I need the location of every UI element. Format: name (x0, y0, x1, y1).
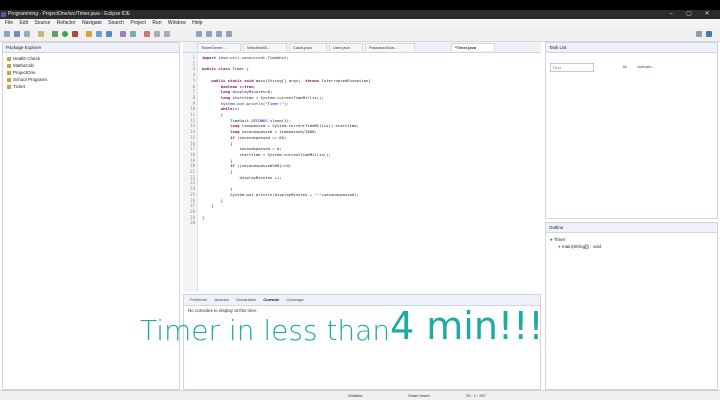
toggle-mark-icon[interactable] (196, 31, 202, 37)
coverage-icon[interactable] (72, 31, 78, 37)
task-list-tab[interactable]: Task List (546, 43, 717, 53)
editor-tab-bar: TicketGener... WhichNotB... Calcb.java U… (183, 42, 541, 53)
outline-method-item[interactable]: ● main(String[]) : void (546, 243, 717, 250)
menu-refactor[interactable]: Refactor (57, 19, 76, 28)
outline-panel: Outline ● Timer ● main(String[]) : void (545, 222, 718, 390)
status-insert-mode: Smart Insert (408, 393, 430, 398)
menu-help[interactable]: Help (192, 19, 202, 28)
line-number: 30 (190, 220, 195, 226)
package-explorer-tab[interactable]: Package Explorer (3, 43, 179, 53)
minimize-button[interactable]: – (664, 10, 678, 19)
menu-search[interactable]: Search (108, 19, 124, 28)
editor-tab[interactable]: TicketGener... (197, 43, 241, 51)
status-writable: Writable (348, 393, 363, 398)
project-folder-icon (7, 70, 11, 75)
title-bar: Programming - ProjectOne/src/Timer.java … (0, 10, 720, 19)
menu-window[interactable]: Window (168, 19, 186, 28)
code-line[interactable]: displayMinutes ++; (202, 175, 281, 181)
project-folder-icon (7, 84, 11, 89)
tree-item[interactable]: MathsCalc (3, 62, 179, 69)
back-icon[interactable] (154, 31, 160, 37)
code-line[interactable]: public class Timer { (202, 66, 249, 72)
editor-tab[interactable]: User.java (329, 43, 363, 51)
all-filter[interactable]: All (622, 64, 626, 69)
next-annotation-icon[interactable] (206, 31, 212, 37)
menu-file[interactable]: File (5, 19, 13, 28)
build-icon[interactable] (38, 31, 44, 37)
task-list-title: Task List (549, 45, 567, 50)
tree-item[interactable]: ProjectOne (3, 69, 179, 76)
menu-project[interactable]: Project (130, 19, 146, 28)
caption-text: Timer in less than (140, 314, 391, 347)
project-folder-icon (7, 77, 11, 82)
menu-run[interactable]: Run (152, 19, 161, 28)
code-line[interactable]: System.out.println(displayMinutes + ":"+… (202, 192, 359, 198)
window-title: Programming - ProjectOne/src/Timer.java … (8, 11, 131, 17)
tree-item[interactable]: Health Check (3, 55, 179, 62)
maximize-button[interactable]: ▢ (682, 10, 696, 19)
open-perspective-icon[interactable] (696, 31, 702, 37)
forward-icon[interactable] (164, 31, 170, 37)
tree-item[interactable]: Ticket (3, 83, 179, 90)
project-folder-icon (7, 63, 11, 68)
caption-highlight: 4 min!!! (390, 304, 544, 348)
code-line[interactable]: } (202, 203, 213, 209)
main-toolbar (0, 28, 720, 42)
new-package-icon[interactable] (96, 31, 102, 37)
new-class-icon[interactable] (106, 31, 112, 37)
editor-tab-active[interactable]: *Timer.java (451, 43, 495, 51)
save-all-icon[interactable] (24, 31, 30, 37)
task-find-input[interactable]: Find (550, 63, 594, 72)
outline-title: Outline (549, 225, 564, 230)
open-type-icon[interactable] (120, 31, 126, 37)
last-edit-icon[interactable] (226, 31, 232, 37)
menu-navigate[interactable]: Navigate (82, 19, 102, 28)
activate-link[interactable]: Activate... (637, 64, 655, 69)
project-tree: Health Check MathsCalc ProjectOne School… (3, 53, 179, 90)
editor-tab[interactable]: Calcb.java (289, 43, 327, 51)
outline-class-item[interactable]: ● Timer (546, 236, 717, 243)
close-button[interactable]: ✕ (700, 10, 714, 19)
new-java-project-icon[interactable] (86, 31, 92, 37)
eclipse-icon (1, 12, 6, 17)
project-folder-icon (7, 56, 11, 61)
save-icon[interactable] (14, 31, 20, 37)
code-editor[interactable]: 1 import java.util.concurrent.TimeUnit; 2 3… (183, 53, 541, 292)
previous-annotation-icon[interactable] (216, 31, 222, 37)
outline-tab[interactable]: Outline (546, 223, 717, 233)
new-icon[interactable] (4, 31, 10, 37)
search-icon[interactable] (130, 31, 136, 37)
package-explorer-title: Package Explorer (6, 45, 42, 50)
editor-tab[interactable]: PasswordGue... (365, 43, 415, 51)
editor-tab[interactable]: WhichNotB... (243, 43, 287, 51)
status-bar: Writable Smart Insert 29 : 1 : 907 (0, 390, 720, 400)
tree-item[interactable]: School Programs (3, 76, 179, 83)
code-line[interactable]: } (202, 215, 204, 221)
debug-icon[interactable] (52, 31, 58, 37)
code-line[interactable]: import java.util.concurrent.TimeUnit; (202, 55, 289, 61)
menu-edit[interactable]: Edit (19, 19, 28, 28)
menu-source[interactable]: Source (34, 19, 50, 28)
menu-bar: File Edit Source Refactor Navigate Searc… (0, 19, 720, 28)
status-cursor-position: 29 : 1 : 907 (466, 393, 487, 398)
task-list-panel: Task List Find All Activate... (545, 42, 718, 219)
annotation-icon[interactable] (144, 31, 150, 37)
java-perspective-icon[interactable] (706, 31, 712, 37)
run-icon[interactable] (62, 31, 68, 37)
video-caption: Timer in less than 4 min!!! (140, 300, 560, 360)
